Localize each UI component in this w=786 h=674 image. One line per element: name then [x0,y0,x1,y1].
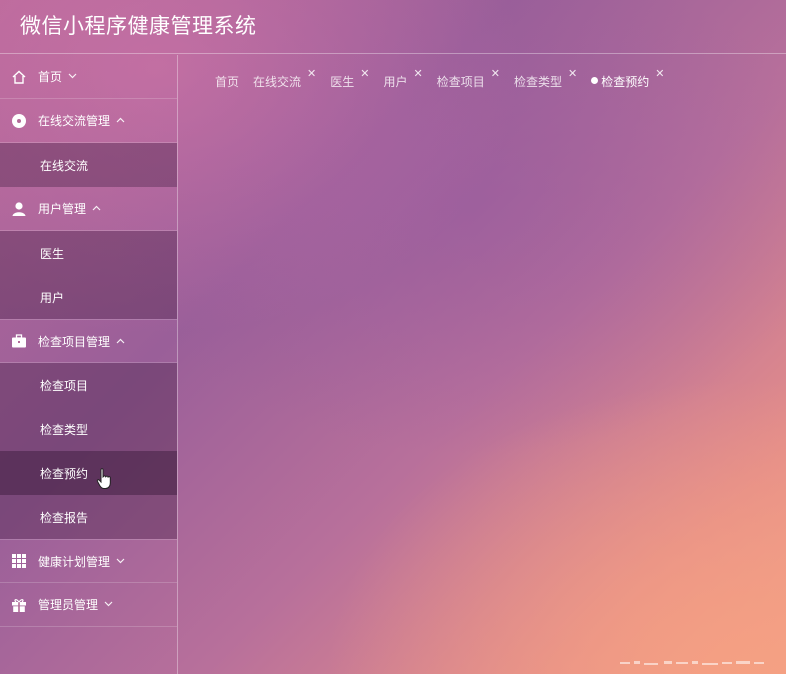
menu-user-management[interactable]: 用户管理 [0,187,177,231]
menu-home-label: 首页 [38,70,63,84]
menu-health-plan-label: 健康计划管理 [38,554,111,569]
menu-health-plan-management[interactable]: 健康计划管理 [0,539,177,583]
tab-online-chat-label: 在线交流 [253,75,302,89]
close-icon[interactable]: ✕ [360,67,369,80]
app-header: 微信小程序健康管理系统 [0,0,786,54]
tab-user-label: 用户 [383,75,408,89]
tabs-bar: 首页 在线交流 ✕ 医生 ✕ 用户 ✕ 检查项目 ✕ 检查类型 ✕ 检查预约 ✕ [179,55,786,101]
active-dot-icon [591,77,599,84]
submenu-item-doctor[interactable]: 医生 [0,231,177,275]
decorative-noise [620,661,764,665]
tab-doctor-label: 医生 [330,75,355,89]
menu-home[interactable]: 首页 [0,55,177,99]
tab-exam-appointment-label: 检查预约 [601,75,650,89]
menu-admin-management[interactable]: 管理员管理 [0,583,177,627]
chevron-up-icon [116,336,125,347]
menu-chat-management-label: 在线交流管理 [38,114,111,128]
tab-doctor[interactable]: 医生 ✕ [330,67,369,89]
chevron-up-icon [116,115,125,126]
submenu-user: 医生 用户 [0,231,177,319]
tab-online-chat[interactable]: 在线交流 ✕ [253,67,316,89]
close-icon[interactable]: ✕ [414,67,423,80]
tab-exam-appointment[interactable]: 检查预约 ✕ [591,67,664,89]
chevron-up-icon [92,203,101,214]
chevron-down-icon [104,599,113,610]
menu-exam-management-label: 检查项目管理 [38,334,111,349]
close-icon[interactable]: ✕ [307,67,316,80]
tab-home[interactable]: 首页 [215,67,239,89]
chevron-down-icon [116,556,125,567]
chat-bubble-icon [10,112,28,130]
menu-admin-management-label: 管理员管理 [38,598,99,612]
tab-exam-project-label: 检查项目 [436,75,485,89]
menu-exam-management[interactable]: 检查项目管理 [0,319,177,363]
submenu-item-online-chat[interactable]: 在线交流 [0,143,177,187]
menu-chat-management[interactable]: 在线交流管理 [0,99,177,143]
grid-icon [10,552,28,570]
submenu-item-exam-project[interactable]: 检查项目 [0,363,177,407]
close-icon[interactable]: ✕ [568,67,577,80]
tab-exam-project[interactable]: 检查项目 ✕ [437,67,500,89]
app-title: 微信小程序健康管理系统 [20,14,257,38]
user-icon [10,200,28,218]
gift-icon [10,596,28,614]
submenu-item-exam-report[interactable]: 检查报告 [0,495,177,539]
home-icon [10,68,28,86]
menu-user-management-label: 用户管理 [38,202,87,216]
chevron-down-icon [68,71,77,82]
briefcase-icon [10,332,28,350]
tab-home-label: 首页 [215,75,240,89]
submenu-item-exam-appointment[interactable]: 检查预约 [0,451,177,495]
tab-exam-type-label: 检查类型 [513,75,562,89]
hand-cursor-icon [96,468,111,489]
sidebar: 首页 在线交流管理 在线交流 用户管理 医生 用户 检查项目管理 检查项目 检查… [0,55,178,674]
submenu-item-user[interactable]: 用户 [0,275,177,319]
submenu-exam: 检查项目 检查类型 检查预约 检查报告 [0,363,177,539]
tab-user[interactable]: 用户 ✕ [383,67,422,89]
submenu-chat: 在线交流 [0,143,177,187]
close-icon[interactable]: ✕ [655,67,664,80]
submenu-item-exam-type[interactable]: 检查类型 [0,407,177,451]
tab-exam-type[interactable]: 检查类型 ✕ [514,67,577,89]
close-icon[interactable]: ✕ [491,67,500,80]
